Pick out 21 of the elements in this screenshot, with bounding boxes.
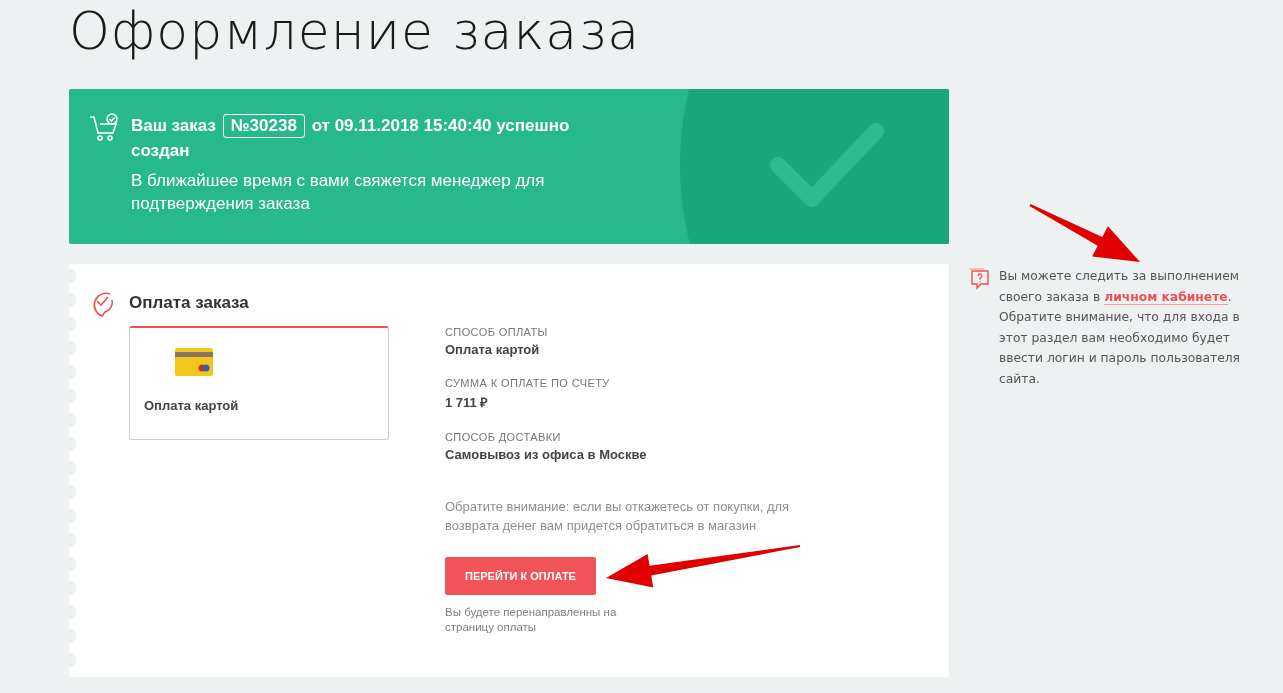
order-number-badge: №30238 xyxy=(222,114,305,138)
detail-value: Оплата картой xyxy=(445,342,541,357)
refund-notice: Обратите внимание: если вы откажетесь от покупки, для возврата денег вам придется обратиться в магазин xyxy=(445,498,791,535)
help-chat-icon xyxy=(968,268,990,290)
banner-title: Ваш заказ №30238 от 09.11.2018 15:40:40 успешно создан xyxy=(131,113,571,162)
detail-label: СУММА К ОПЛАТЕ ПО СЧЕТУ xyxy=(445,377,611,389)
pay-button[interactable]: ПЕРЕЙТИ К ОПЛАТЕ xyxy=(445,557,596,595)
detail-label: СПОСОБ ДОСТАВКИ xyxy=(445,431,562,443)
detail-label: СПОСОБ ОПЛАТЫ xyxy=(445,326,549,338)
redirect-note: Вы будете перенаправленны на страницу оплаты xyxy=(445,605,618,635)
section-title: Оплата заказа xyxy=(129,293,249,313)
cart-icon xyxy=(89,113,119,143)
credit-card-icon xyxy=(175,348,213,376)
detail-value: 1 711 ₽ xyxy=(445,394,490,411)
account-link[interactable]: личном кабинете xyxy=(1104,289,1228,305)
payment-method-option[interactable]: Оплата картой xyxy=(129,326,389,440)
account-note: Вы можете следить за выполнением своего заказа в личном кабинете. Обратите внимание, что для входа в этот раздел вам необходимо будет ввести логин и пароль пользователя сайта. xyxy=(999,268,1241,388)
payment-method-label: Оплата картой xyxy=(144,398,240,413)
banner-message: В ближайшее время с вами свяжется менеджер для подтверждения заказа xyxy=(131,170,546,215)
detail-value: Самовывоз из офиса в Москве xyxy=(445,447,648,462)
page-title: Оформление заказа xyxy=(69,0,642,63)
